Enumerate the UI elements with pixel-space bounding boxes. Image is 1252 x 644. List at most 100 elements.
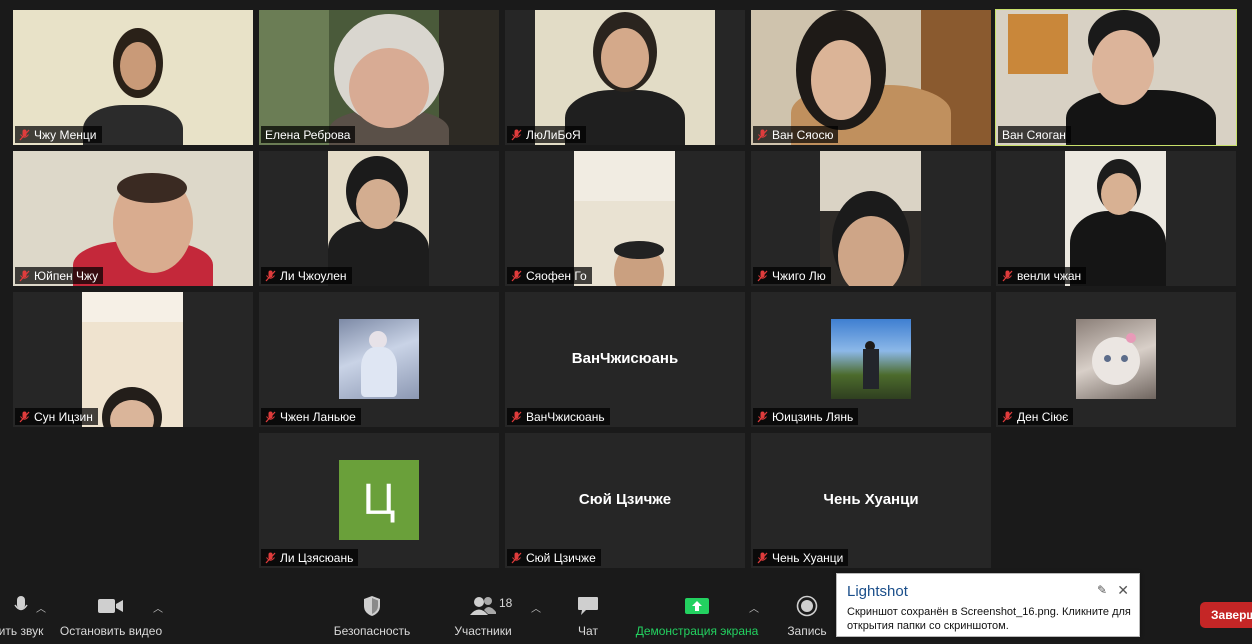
- participant-tile-active-speaker[interactable]: Ван Сяоган: [995, 9, 1237, 146]
- participant-tile[interactable]: Юйпен Чжу: [13, 151, 253, 286]
- participant-tile[interactable]: Юицзинь Лянь: [751, 292, 991, 427]
- video-options-caret[interactable]: ︿: [153, 600, 163, 615]
- participant-nameplate: Чжиго Лю: [753, 267, 831, 284]
- participant-video: [535, 10, 715, 145]
- participant-name: Юицзинь Лянь: [772, 409, 854, 424]
- participant-name: Ден Сіює: [1017, 409, 1069, 424]
- profile-picture: [1076, 319, 1156, 399]
- muted-mic-icon: [511, 129, 522, 140]
- muted-mic-icon: [757, 552, 768, 563]
- participant-name: Сюй Цзичже: [526, 550, 596, 565]
- participant-nameplate: Чжен Ланьюе: [261, 408, 361, 425]
- participant-video: [820, 151, 921, 286]
- muted-mic-icon: [757, 270, 768, 281]
- participant-nameplate: венли чжан: [998, 267, 1087, 284]
- participant-tile[interactable]: Елена Реброва: [259, 10, 499, 145]
- audio-button[interactable]: ить звук: [0, 594, 56, 638]
- stop-video-button[interactable]: Остановить видео: [58, 594, 164, 638]
- participant-nameplate: Чжу Менци: [15, 126, 102, 143]
- record-button[interactable]: Запись: [784, 594, 830, 638]
- participants-count: 18: [499, 596, 513, 610]
- participant-tile[interactable]: Ли Чжоулен: [259, 151, 499, 286]
- participant-nameplate: ВанЧжисюань: [507, 408, 610, 425]
- muted-mic-icon: [1002, 411, 1013, 422]
- participant-nameplate: Юйпен Чжу: [15, 267, 104, 284]
- participant-tile[interactable]: Ден Сіює: [996, 292, 1236, 427]
- muted-mic-icon: [511, 270, 522, 281]
- muted-mic-icon: [19, 411, 30, 422]
- security-button[interactable]: Безопасность: [330, 594, 414, 638]
- profile-picture: [339, 319, 419, 399]
- participant-tile[interactable]: венли чжан: [996, 151, 1236, 286]
- participant-nameplate: Ли Цзясюань: [261, 549, 359, 566]
- muted-mic-icon: [265, 270, 276, 281]
- participant-name: Чжен Ланьюе: [280, 409, 356, 424]
- participant-tile[interactable]: ВанЧжисюань ВанЧжисюань: [505, 292, 745, 427]
- close-icon[interactable]: ✕: [1117, 582, 1129, 599]
- participant-tile[interactable]: Сюй Цзичже Сюй Цзичже: [505, 433, 745, 568]
- participant-nameplate: Юицзинь Лянь: [753, 408, 859, 425]
- muted-mic-icon: [265, 411, 276, 422]
- participant-tile[interactable]: Чжу Менци: [13, 10, 253, 145]
- participant-display-name: ВанЧжисюань: [571, 350, 679, 367]
- letter-avatar: Ц: [339, 460, 419, 540]
- chat-bubble-icon: [578, 597, 598, 615]
- participant-tile[interactable]: Ц Ли Цзясюань: [259, 433, 499, 568]
- participant-name: Чжу Менци: [34, 127, 97, 142]
- participant-nameplate: Чень Хуанци: [753, 549, 849, 566]
- participant-name: Ван Сяоган: [1002, 127, 1066, 142]
- participant-video: [996, 10, 1236, 145]
- microphone-icon: [14, 596, 28, 611]
- stop-video-label: Остановить видео: [59, 624, 163, 638]
- participant-nameplate: Ван Сяосю: [753, 126, 839, 143]
- participant-name: Ван Сяосю: [772, 127, 834, 142]
- participant-name: ЛюЛиБоЯ: [526, 127, 581, 142]
- participant-tile[interactable]: Чжиго Лю: [751, 151, 991, 286]
- notification-title: Lightshot: [847, 583, 908, 600]
- record-icon: [796, 595, 818, 617]
- muted-mic-icon: [19, 129, 30, 140]
- participant-nameplate: Сюй Цзичже: [507, 549, 601, 566]
- participant-nameplate: Елена Реброва: [261, 126, 356, 143]
- share-screen-icon: [685, 598, 709, 614]
- participant-tile[interactable]: Ван Сяосю: [751, 10, 991, 145]
- shield-icon: [364, 596, 380, 616]
- participants-options-caret[interactable]: ︿: [531, 600, 541, 615]
- participants-label: Участники: [454, 624, 512, 638]
- record-label: Запись: [787, 624, 827, 638]
- participant-name: Чжиго Лю: [772, 268, 826, 283]
- participant-tile[interactable]: Сун Ицзин: [13, 292, 253, 427]
- participant-name: Сяофен Го: [526, 268, 587, 283]
- participant-name: Чень Хуанци: [772, 550, 844, 565]
- muted-mic-icon: [19, 270, 30, 281]
- end-meeting-button[interactable]: Заверш: [1200, 602, 1252, 628]
- audio-options-caret[interactable]: ︿: [36, 600, 46, 615]
- participant-video: [82, 292, 183, 427]
- participants-icon: [470, 597, 496, 615]
- participant-tile[interactable]: Чень Хуанци Чень Хуанци: [751, 433, 991, 568]
- participant-name: Ли Чжоулен: [280, 268, 347, 283]
- participant-name: ВанЧжисюань: [526, 409, 605, 424]
- participant-tile[interactable]: Сяофен Го: [505, 151, 745, 286]
- participant-tile[interactable]: Чжен Ланьюе: [259, 292, 499, 427]
- pin-icon[interactable]: ✎: [1097, 583, 1107, 597]
- participant-nameplate: Сяофен Го: [507, 267, 592, 284]
- profile-picture: [831, 319, 911, 399]
- participant-video: [1065, 151, 1166, 286]
- video-camera-icon: [98, 599, 123, 613]
- participant-video: [13, 10, 253, 145]
- notification-message: Скриншот сохранён в Screenshot_16.png. К…: [847, 606, 1131, 632]
- participant-name: Елена Реброва: [265, 127, 351, 142]
- participant-nameplate: Ли Чжоулен: [261, 267, 352, 284]
- participant-nameplate: Ван Сяоган: [998, 126, 1071, 143]
- video-grid: Чжу Менци Елена Реброва ЛюЛиБоЯ Ван Сяос…: [0, 0, 1252, 576]
- share-screen-button[interactable]: Демонстрация экрана: [632, 594, 762, 638]
- participant-tile[interactable]: ЛюЛиБоЯ: [505, 10, 745, 145]
- share-options-caret[interactable]: ︿: [749, 600, 759, 615]
- chat-button[interactable]: Чат: [568, 594, 608, 638]
- share-screen-label: Демонстрация экрана: [635, 624, 759, 638]
- participant-video: [574, 151, 675, 286]
- participant-video: [259, 10, 499, 145]
- participant-display-name: Сюй Цзичже: [578, 491, 672, 508]
- lightshot-notification[interactable]: Lightshot ✎ ✕ Скриншот сохранён в Screen…: [836, 573, 1140, 637]
